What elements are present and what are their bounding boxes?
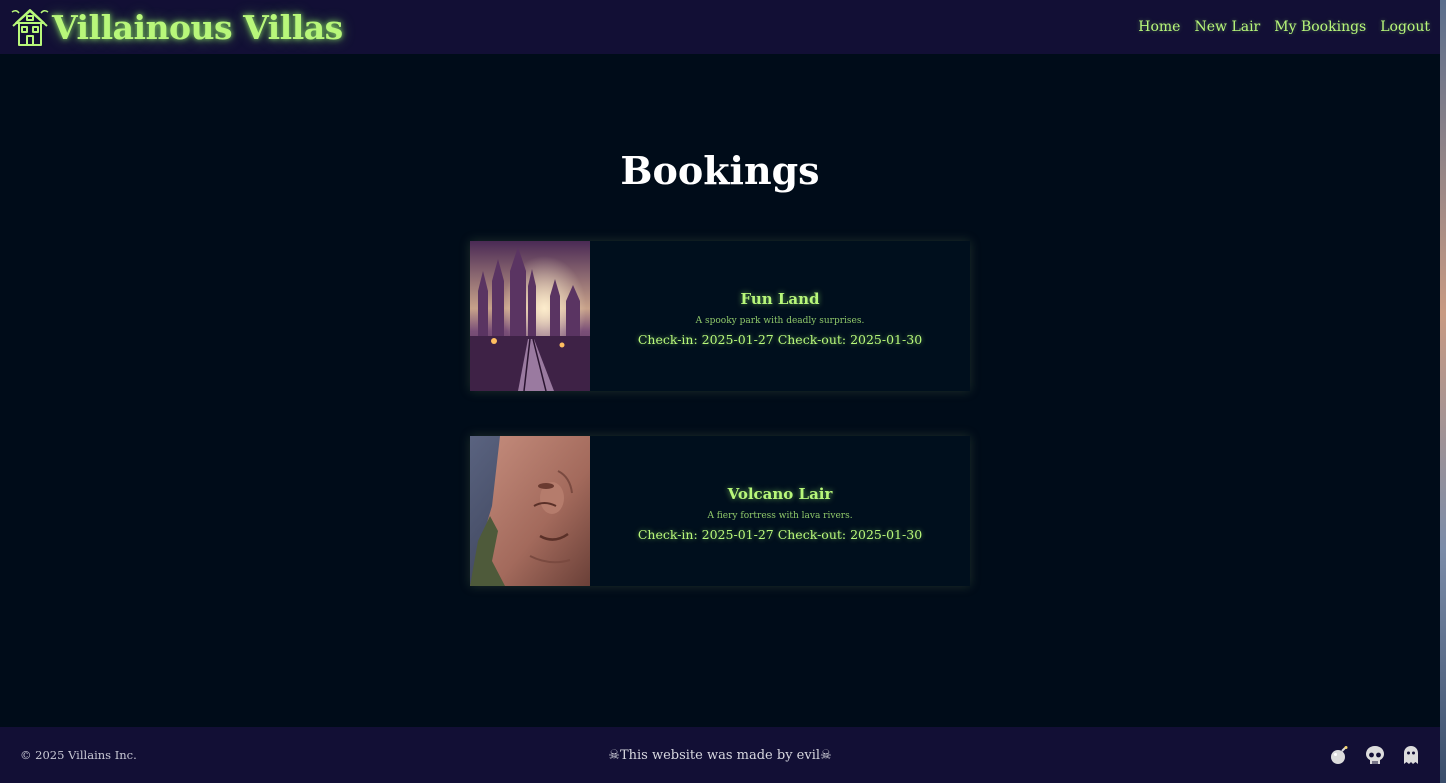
main-nav: Home New Lair My Bookings Logout: [1138, 19, 1430, 35]
booking-description: A fiery fortress with lava rivers.: [707, 510, 853, 521]
copyright-text: © 2025 Villains Inc.: [20, 748, 137, 762]
nav-link-home[interactable]: Home: [1138, 19, 1180, 35]
booking-card[interactable]: Fun Land A spooky park with deadly surpr…: [470, 241, 970, 391]
booking-thumbnail-image: [470, 436, 590, 586]
booking-lair-name[interactable]: Volcano Lair: [728, 485, 833, 503]
stone-face-cliff-image: [470, 436, 590, 586]
booking-card[interactable]: Volcano Lair A fiery fortress with lava …: [470, 436, 970, 586]
page-title: Bookings: [620, 148, 820, 193]
ghost-icon[interactable]: [1400, 744, 1422, 766]
bomb-icon[interactable]: [1328, 744, 1350, 766]
footer-icon-links: [1328, 744, 1422, 766]
haunted-castle-path-image: [470, 241, 590, 391]
brand-name: Villainous Villas: [52, 7, 343, 47]
booking-description: A spooky park with deadly surprises.: [695, 315, 865, 326]
nav-link-logout[interactable]: Logout: [1380, 19, 1430, 35]
footer-credit: ☠This website was made by evil☠: [608, 747, 832, 763]
window-edge-background: [1440, 0, 1446, 783]
brand-logo-link[interactable]: Villainous Villas: [10, 6, 343, 48]
top-navbar: Villainous Villas Home New Lair My Booki…: [0, 0, 1440, 54]
booking-dates: Check-in: 2025-01-27 Check-out: 2025-01-…: [637, 526, 923, 542]
site-footer: © 2025 Villains Inc. ☠This website was m…: [0, 727, 1440, 783]
booking-thumbnail-image: [470, 241, 590, 391]
haunted-house-icon: [11, 9, 49, 46]
booking-lair-name[interactable]: Fun Land: [740, 290, 819, 308]
nav-link-new-lair[interactable]: New Lair: [1194, 19, 1260, 35]
booking-details: Volcano Lair A fiery fortress with lava …: [590, 436, 970, 586]
booking-details: Fun Land A spooky park with deadly surpr…: [590, 241, 970, 391]
nav-link-my-bookings[interactable]: My Bookings: [1274, 19, 1366, 35]
skull-icon[interactable]: [1364, 744, 1386, 766]
page: Villainous Villas Home New Lair My Booki…: [0, 0, 1440, 783]
booking-dates: Check-in: 2025-01-27 Check-out: 2025-01-…: [637, 331, 923, 347]
